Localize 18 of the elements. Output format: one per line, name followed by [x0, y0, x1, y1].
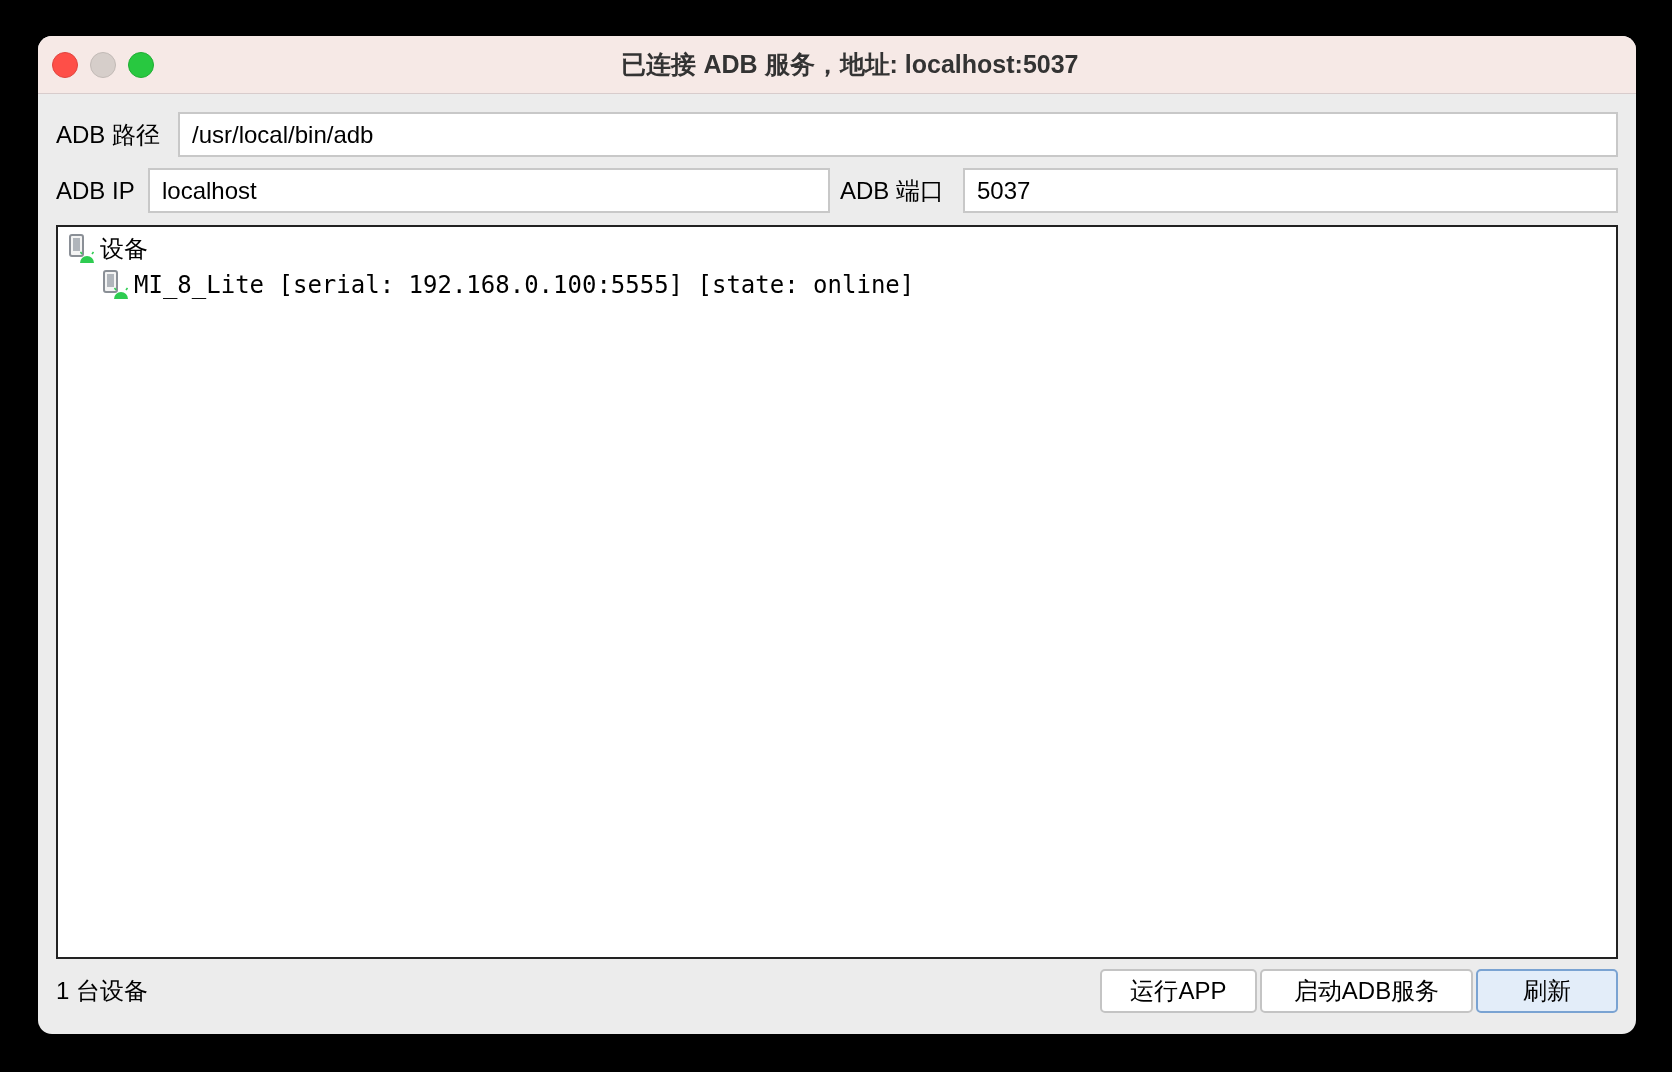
zoom-button[interactable]: [128, 51, 154, 78]
input-field[interactable]: localhost: [148, 168, 830, 213]
tree-item[interactable]: 设备: [100, 231, 148, 267]
push-button[interactable]: 启动ADB服务: [1260, 969, 1473, 1013]
status-text: 1 台设备: [56, 976, 148, 1006]
input-field[interactable]: /usr/local/bin/adb: [178, 112, 1618, 157]
android-phone-icon: [102, 270, 130, 300]
android-phone-icon: [68, 234, 96, 264]
minimize-button[interactable]: [90, 51, 116, 78]
tree-item[interactable]: MI_8_Lite [serial: 192.168.0.100:5555] [state: online]: [134, 267, 915, 303]
window-title: 已连接 ADB 服务，地址: localhost:5037: [621, 48, 1079, 80]
push-button[interactable]: 刷新: [1476, 969, 1618, 1013]
close-button[interactable]: [52, 51, 78, 78]
field-label: ADB 端口: [839, 175, 945, 206]
field-label: ADB IP: [56, 175, 136, 206]
input-field[interactable]: 5037: [963, 168, 1618, 213]
push-button[interactable]: 运行APP: [1100, 969, 1257, 1013]
field-label: ADB 路径: [56, 119, 161, 150]
